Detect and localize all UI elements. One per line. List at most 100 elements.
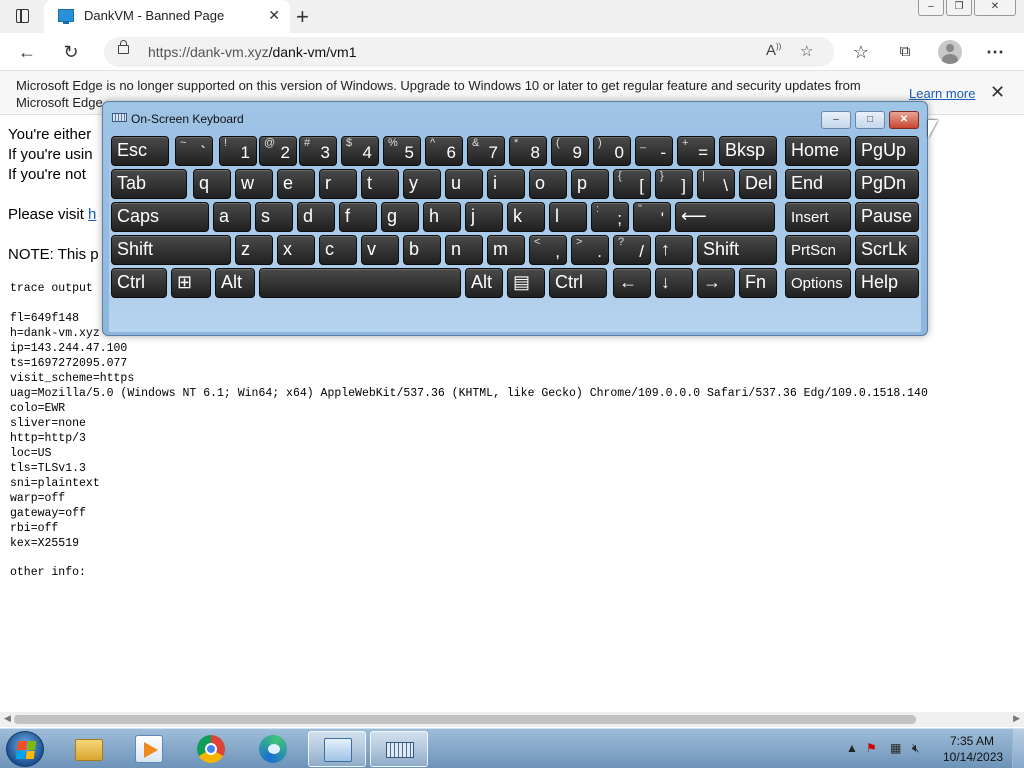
taskbar-media-player[interactable] [120, 731, 178, 767]
key-shift[interactable]: Shift [111, 235, 231, 265]
back-arrow-icon[interactable]: ← [14, 39, 40, 65]
key-del[interactable]: Del [739, 169, 777, 199]
key-pgdn[interactable]: PgDn [855, 169, 919, 199]
key-a[interactable]: a [213, 202, 251, 232]
profile-avatar[interactable] [938, 40, 962, 64]
key-[interactable]: :; [591, 202, 629, 232]
key-5[interactable]: % 5 [383, 136, 421, 166]
clock-date[interactable]: 10/14/2023 [943, 750, 1003, 764]
taskbar-chrome[interactable] [182, 731, 240, 767]
key-[interactable]: ▤ [507, 268, 545, 298]
key-home[interactable]: Home [785, 136, 851, 166]
key-options[interactable]: Options [785, 268, 851, 298]
key-n[interactable]: n [445, 235, 483, 265]
key-[interactable]: ? / [613, 235, 651, 265]
lock-icon[interactable] [118, 40, 129, 54]
key-6[interactable]: ^ 6 [425, 136, 463, 166]
taskbar-edge[interactable] [244, 731, 302, 767]
key-1[interactable]: ! 1 [219, 136, 257, 166]
key-[interactable]: >. [571, 235, 609, 265]
key-2[interactable]: @2 [259, 136, 297, 166]
key-pgup[interactable]: PgUp [855, 136, 919, 166]
key-ctrl[interactable]: Ctrl [549, 268, 607, 298]
key-p[interactable]: p [571, 169, 609, 199]
key-[interactable]: ↑ [655, 235, 693, 265]
key-[interactable]: ~ ` [175, 136, 213, 166]
key-bksp[interactable]: Bksp [719, 136, 777, 166]
refresh-icon[interactable]: ↻ [58, 39, 84, 65]
key-[interactable]: + = [677, 136, 715, 166]
key-s[interactable]: s [255, 202, 293, 232]
key-h[interactable]: h [423, 202, 461, 232]
more-menu-icon[interactable]: ⋯ [982, 39, 1008, 65]
network-icon[interactable]: ▦ [890, 741, 901, 755]
visit-link[interactable]: h [88, 206, 96, 223]
collections-icon[interactable]: ⧉ [892, 39, 918, 65]
add-favorite-star-icon[interactable]: ☆ [800, 42, 813, 60]
key-space[interactable] [259, 268, 461, 298]
key-m[interactable]: m [487, 235, 525, 265]
key-t[interactable]: t [361, 169, 399, 199]
key-insert[interactable]: Insert [785, 202, 851, 232]
key-x[interactable]: x [277, 235, 315, 265]
scrollbar-thumb[interactable] [14, 715, 916, 724]
key-8[interactable]: * 8 [509, 136, 547, 166]
taskbar-control-panel[interactable] [308, 731, 366, 767]
osk-minimize-button[interactable]: – [821, 111, 851, 129]
maximize-button[interactable]: ❐ [946, 0, 972, 16]
scroll-left-arrow-icon[interactable]: ◀ [4, 713, 11, 724]
url-text[interactable]: https://dank-vm.xyz/dank-vm/vm1 [148, 44, 357, 60]
key-o[interactable]: o [529, 169, 567, 199]
key-9[interactable]: (9 [551, 136, 589, 166]
learn-more-link[interactable]: Learn more [909, 86, 975, 101]
key-help[interactable]: Help [855, 268, 919, 298]
key-f[interactable]: f [339, 202, 377, 232]
close-button[interactable]: ✕ [974, 0, 1016, 16]
volume-muted-icon[interactable]: 🔇︎ [912, 741, 920, 756]
minimize-button[interactable]: – [918, 0, 944, 16]
browser-tab[interactable]: DankVM - Banned Page ✕ [44, 0, 290, 33]
show-desktop-button[interactable] [1012, 729, 1024, 768]
taskbar-explorer[interactable] [60, 731, 118, 767]
key-[interactable]: ⊞ [171, 268, 211, 298]
key-w[interactable]: w [235, 169, 273, 199]
key-alt[interactable]: Alt [465, 268, 503, 298]
new-tab-button[interactable]: + [296, 4, 309, 30]
key-[interactable]: }] [655, 169, 693, 199]
key-r[interactable]: r [319, 169, 357, 199]
favorites-icon[interactable]: ☆ [848, 39, 874, 65]
taskbar-on-screen-keyboard[interactable] [370, 731, 428, 767]
tab-actions-icon[interactable] [10, 7, 36, 27]
key-k[interactable]: k [507, 202, 545, 232]
osk-maximize-button[interactable]: □ [855, 111, 885, 129]
key-c[interactable]: c [319, 235, 357, 265]
key-4[interactable]: $4 [341, 136, 379, 166]
show-hidden-icons-icon[interactable]: ▲ [846, 741, 858, 755]
key-b[interactable]: b [403, 235, 441, 265]
key-[interactable]: _ - [635, 136, 673, 166]
key-v[interactable]: v [361, 235, 399, 265]
key-[interactable]: | \ [697, 169, 735, 199]
key-ctrl[interactable]: Ctrl [111, 268, 167, 298]
key-pause[interactable]: Pause [855, 202, 919, 232]
key-prtscn[interactable]: PrtScn [785, 235, 851, 265]
key-tab[interactable]: Tab [111, 169, 187, 199]
key-caps[interactable]: Caps [111, 202, 209, 232]
clock-time[interactable]: 7:35 AM [950, 734, 994, 748]
key-u[interactable]: u [445, 169, 483, 199]
key-scrlk[interactable]: ScrLk [855, 235, 919, 265]
key-3[interactable]: #3 [299, 136, 337, 166]
key-g[interactable]: g [381, 202, 419, 232]
key-alt[interactable]: Alt [215, 268, 255, 298]
key-shift[interactable]: Shift [697, 235, 777, 265]
key-0[interactable]: ) 0 [593, 136, 631, 166]
key-[interactable]: " ' [633, 202, 671, 232]
key-l[interactable]: l [549, 202, 587, 232]
key-i[interactable]: i [487, 169, 525, 199]
key-7[interactable]: & 7 [467, 136, 505, 166]
tab-close-icon[interactable]: ✕ [268, 7, 280, 24]
key-d[interactable]: d [297, 202, 335, 232]
key-e[interactable]: e [277, 169, 315, 199]
key-[interactable]: ← [613, 268, 651, 298]
key-y[interactable]: y [403, 169, 441, 199]
